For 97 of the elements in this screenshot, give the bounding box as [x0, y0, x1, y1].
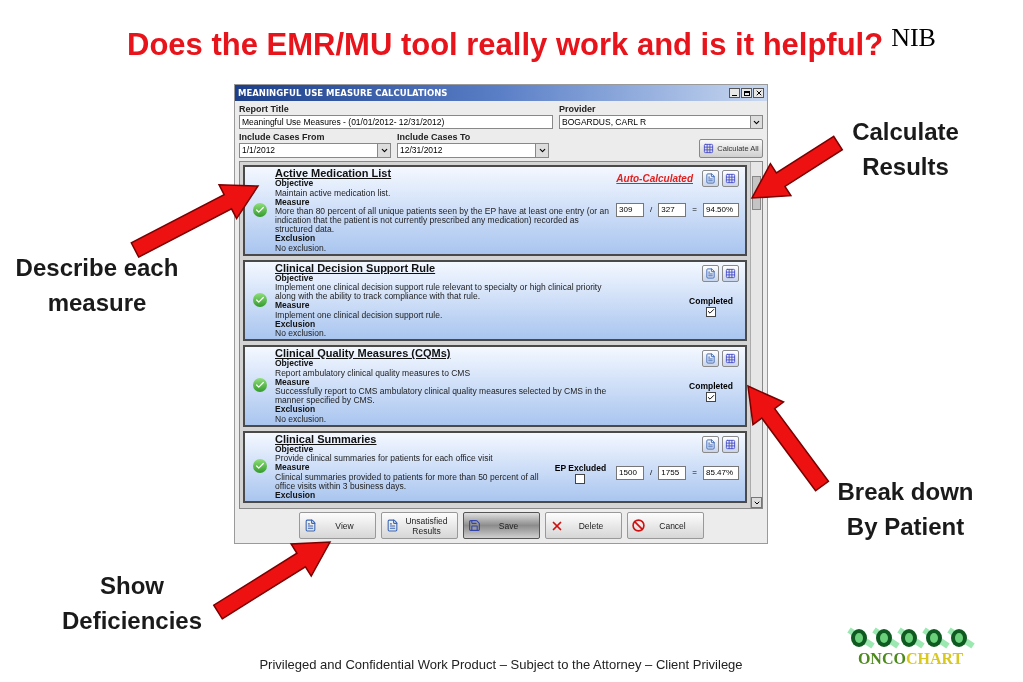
objective-text: Implement one clinical decision support rule relevant to specialty or high clinical priority along with the ability to track compliance with that rule. [275, 283, 603, 301]
document-icon [705, 173, 716, 184]
provider-dropdown[interactable]: BOGARDUS, CARL R [559, 115, 763, 129]
grid-button[interactable] [722, 264, 739, 282]
document-icon [303, 519, 317, 532]
exclusion-label: Exclusion [275, 319, 317, 329]
document-icon [385, 519, 399, 532]
field-label: Include Cases To [397, 131, 472, 143]
grid-button[interactable] [722, 350, 739, 367]
callout-text: Calculate Results [852, 117, 959, 182]
exclusion-label: Exclusion [275, 234, 317, 244]
callout-text: Show Deficiencies [60, 571, 204, 636]
objective-text: Provide clinical summaries for patients for each office visit [275, 454, 494, 463]
objective-label: Objective [275, 273, 314, 283]
action-button[interactable]: Unsatisfied Results [380, 512, 458, 539]
document-button[interactable] [702, 350, 719, 367]
window-title: MEANINGFUL USE MEASURE CALCULATIONS [238, 86, 448, 100]
measure-label: Measure [275, 301, 311, 311]
corner-mark: NIB [891, 24, 936, 52]
grid-icon [703, 143, 714, 154]
numerator-field[interactable]: 309 [616, 203, 645, 217]
measure-label: Measure [275, 463, 311, 473]
no-entry-icon [631, 519, 645, 532]
measure-text: Implement one clinical decision support rule. [275, 310, 444, 320]
field-label: Provider [559, 103, 597, 115]
checkmark-icon [707, 307, 716, 316]
denominator-field[interactable]: 1755 [658, 466, 687, 480]
measure-text: Successfully report to CMS ambulatory clinical quality measures selected by CMS in the manner specified by CMS. [275, 387, 608, 405]
equals-sign: = [692, 467, 697, 479]
maximize-icon[interactable] [741, 88, 752, 98]
objective-text: Report ambulatory clinical quality measures to CMS [275, 368, 472, 378]
exclusion-label: Exclusion [275, 405, 316, 415]
field-label: Include Cases From [239, 131, 326, 143]
status-link[interactable]: Auto-Calculated [616, 171, 693, 186]
minimize-icon[interactable] [729, 88, 740, 98]
field-label: Report Title [239, 103, 290, 115]
exclusion-text: No exclusion. [275, 329, 328, 338]
save-icon [467, 519, 481, 532]
measure-title: Clinical Decision Support Rule [275, 261, 437, 274]
percent-field[interactable]: 94.50% [703, 203, 739, 217]
date-dropdown[interactable]: 12/31/2012 [397, 143, 549, 158]
denominator-field[interactable]: 327 [658, 203, 687, 217]
document-icon [705, 353, 716, 364]
document-icon [705, 267, 716, 279]
percent-field[interactable]: 85.47% [703, 466, 739, 480]
logo-text: ONCO [857, 650, 906, 667]
report-title-field[interactable]: Meaningful Use Measures - (01/01/2012- 12/31/2012) [239, 115, 553, 129]
divider-sign: / [650, 204, 653, 216]
exclusion-text: No exclusion. [275, 414, 328, 424]
objective-label: Objective [275, 444, 314, 454]
close-icon[interactable] [753, 88, 764, 98]
measure-text: More than 80 percent of all unique patients seen by the EP have at least one entry (or an indication that the patient is not currently prescribed any medication) recorded as structured data. [275, 207, 610, 234]
action-button[interactable]: Cancel [626, 512, 704, 539]
callout-text: Describe each measure [14, 253, 180, 318]
footer-text: Privileged and Confidential Work Product – Subject to the Attorney – Client Privilege [259, 655, 743, 674]
measure-label: Measure [275, 377, 310, 387]
helix-icon [846, 626, 975, 650]
objective-label: Objective [275, 359, 315, 369]
chevron-down-icon [537, 146, 547, 155]
grid-icon [725, 173, 736, 184]
grid-icon [725, 353, 736, 364]
callout-text: Break down By Patient [837, 477, 974, 542]
checkbox[interactable] [706, 392, 717, 402]
divider-sign: / [650, 467, 653, 479]
objective-text: Maintain active medication list. [275, 188, 392, 198]
checkmark-icon [707, 392, 716, 402]
checkbox-label: Completed [689, 295, 733, 307]
grid-button[interactable] [722, 170, 739, 187]
logo-text: CHART [905, 650, 964, 667]
checkbox-label: EP Excluded [554, 462, 607, 474]
document-icon [705, 438, 716, 450]
document-button[interactable] [702, 264, 719, 282]
measure-title: Clinical Quality Measures (CQMs) [275, 347, 452, 359]
grid-icon [725, 267, 736, 279]
date-dropdown[interactable]: 1/1/2012 [239, 143, 391, 158]
measure-text: Clinical summaries provided to patients for more than 50 percent of all office visits within 3 business days. [275, 472, 540, 491]
grid-icon [725, 438, 736, 450]
exclusion-label: Exclusion [275, 490, 317, 500]
document-button[interactable] [702, 170, 719, 187]
document-button[interactable] [702, 435, 719, 453]
action-button[interactable]: Delete [544, 512, 622, 539]
equals-sign: = [692, 204, 697, 216]
objective-label: Objective [275, 179, 315, 189]
measure-title: Clinical Summaries [275, 432, 378, 445]
checkbox-label: Completed [689, 381, 733, 392]
measure-title: Active Medication List [275, 167, 393, 179]
action-button[interactable]: View [298, 512, 376, 539]
numerator-field[interactable]: 1500 [616, 466, 645, 480]
x-glyph-icon [754, 89, 763, 97]
checkbox[interactable] [575, 473, 586, 484]
slide-title: Does the EMR/MU tool really work and is it helpful? [127, 26, 884, 64]
checkbox[interactable] [706, 306, 717, 317]
grid-button[interactable] [722, 435, 739, 453]
chevron-down-icon [379, 146, 389, 155]
action-button[interactable]: Save [462, 512, 540, 539]
exclusion-text: No exclusion. [275, 243, 328, 253]
measure-label: Measure [275, 197, 311, 207]
